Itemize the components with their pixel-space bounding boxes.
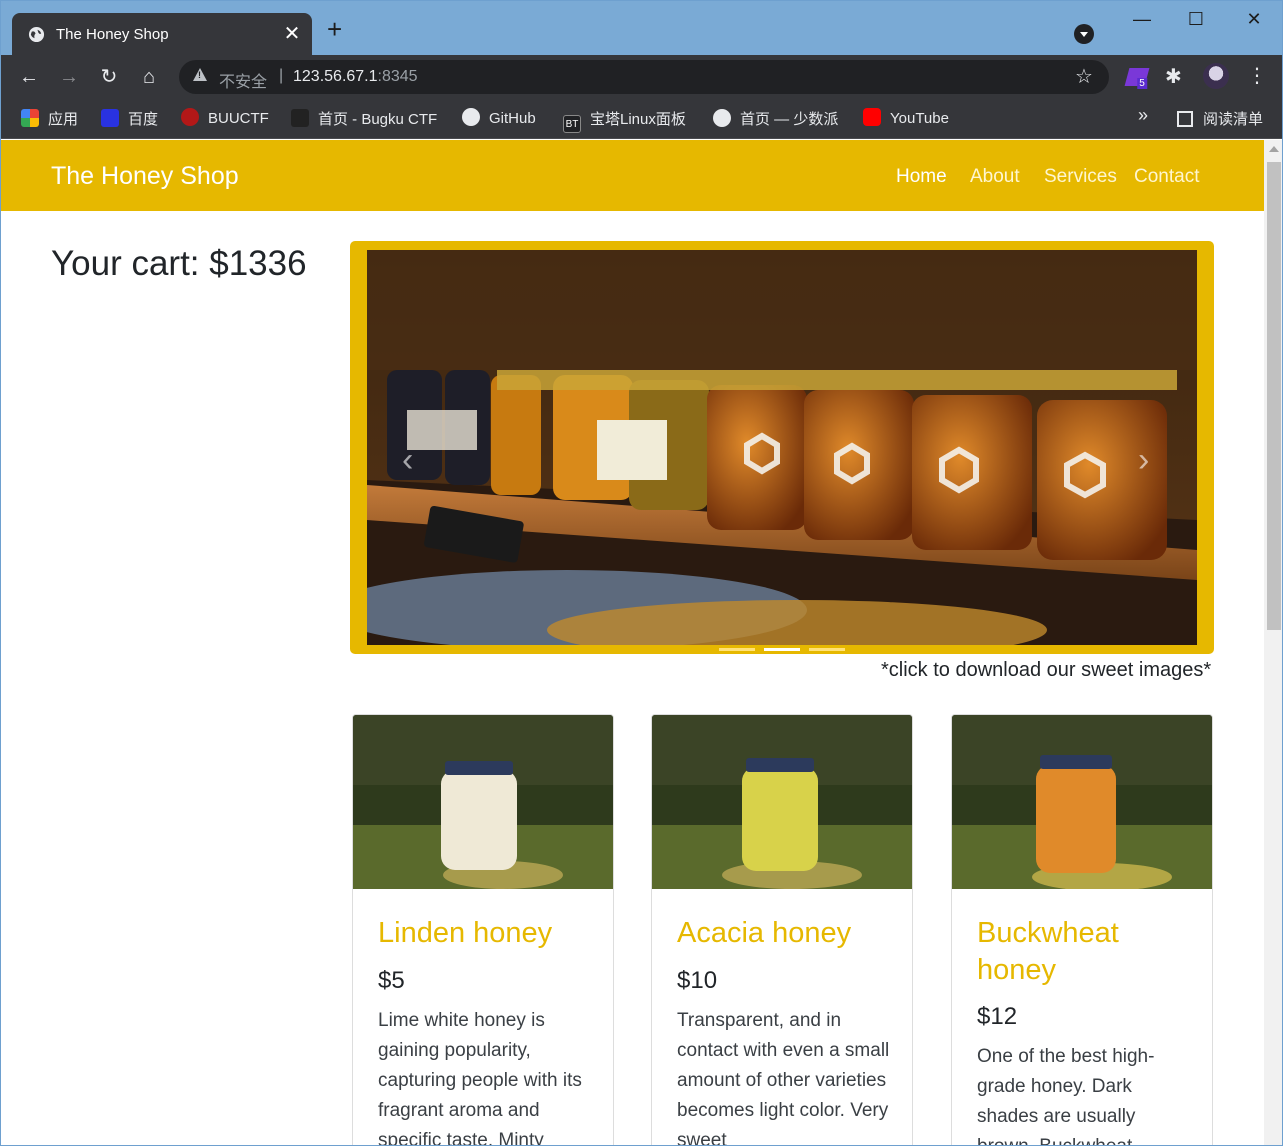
bookmark-label: BUUCTF (208, 110, 269, 127)
product-description: Lime white honey is gaining popularity, … (378, 1010, 582, 1146)
scroll-up-icon[interactable] (1269, 146, 1279, 152)
extension-badge: 5 (1137, 78, 1147, 89)
bookmark-buuctf[interactable]: BUUCTF (181, 108, 269, 127)
site-brand[interactable]: The Honey Shop (51, 162, 239, 191)
bookmark-label: GitHub (489, 110, 536, 127)
address-bar[interactable]: 不安全 | 123.56.67.1:8345 ☆ (179, 60, 1109, 94)
bookmark-label: 应用 (48, 111, 79, 128)
product-description: Transparent, and in contact with even a … (677, 1010, 890, 1146)
browser-window: The Honey Shop ✕ + — ☐ ✕ ← → ↻ ⌂ 不安全 | 1… (0, 0, 1283, 1146)
tab-search-icon[interactable] (1074, 24, 1094, 44)
url-separator: | (279, 67, 284, 84)
product-name: Acacia honey (677, 917, 852, 949)
extensions-puzzle-icon[interactable]: ✱ (1165, 64, 1182, 89)
carousel-next-icon[interactable]: › (1138, 441, 1149, 480)
bookmark-apps[interactable]: 应用 (21, 108, 78, 129)
tab-title: The Honey Shop (56, 26, 169, 43)
cart-total: Your cart: $1336 (51, 244, 307, 283)
product-description: One of the best high-grade honey. Dark s… (977, 1046, 1155, 1145)
bookmark-bt[interactable]: BT 宝塔Linux面板 (563, 108, 686, 133)
product-image[interactable] (353, 715, 613, 889)
menu-icon[interactable]: ⋮ (1247, 63, 1267, 88)
github-icon (462, 108, 480, 126)
close-tab-icon[interactable]: ✕ (282, 21, 302, 46)
page-viewport: The Honey Shop Home About Services Conta… (1, 140, 1264, 1146)
carousel-indicator[interactable] (719, 648, 755, 651)
product-price: $12 (977, 1003, 1018, 1030)
reload-icon[interactable]: ↻ (96, 64, 122, 90)
warning-icon (193, 68, 207, 81)
page-scrollbar[interactable] (1264, 140, 1282, 1145)
carousel-slide[interactable] (367, 250, 1197, 645)
bookmark-star-icon[interactable]: ☆ (1075, 64, 1093, 89)
bookmark-label: 百度 (128, 111, 159, 128)
nav-services[interactable]: Services (1044, 166, 1117, 188)
apps-icon (21, 109, 39, 127)
nav-about[interactable]: About (970, 166, 1020, 188)
image-carousel[interactable]: ‹ › (350, 241, 1214, 654)
reading-list-button[interactable]: 阅读清单 (1177, 108, 1263, 129)
product-image[interactable] (952, 715, 1212, 889)
bookmark-label: YouTube (890, 110, 949, 127)
product-image[interactable] (652, 715, 912, 889)
product-name: Linden honey (378, 917, 553, 949)
url-host: 123.56.67.1 (293, 68, 378, 85)
title-bar: The Honey Shop ✕ + — ☐ ✕ (1, 1, 1282, 55)
product-price: $10 (677, 967, 718, 994)
globe-icon (713, 109, 731, 127)
bookmark-youtube[interactable]: YouTube (863, 108, 949, 127)
product-card[interactable]: Linden honey $5 Lime white honey is gain… (352, 714, 614, 1146)
carousel-indicator[interactable] (809, 648, 845, 651)
site-navbar: The Honey Shop Home About Services Conta… (1, 140, 1264, 211)
bookmark-sspai[interactable]: 首页 — 少数派 (713, 108, 838, 129)
maximize-icon[interactable]: ☐ (1176, 9, 1216, 30)
extension-icon[interactable]: 5 (1124, 68, 1150, 89)
product-name: Buckwheat honey (977, 917, 1119, 986)
bookmark-bugku[interactable]: 首页 - Bugku CTF (291, 108, 437, 129)
buuctf-icon (181, 108, 199, 126)
bugku-icon (291, 109, 309, 127)
browser-tab[interactable]: The Honey Shop ✕ (12, 13, 312, 55)
minimize-icon[interactable]: — (1122, 9, 1162, 30)
nav-contact[interactable]: Contact (1134, 166, 1199, 188)
back-icon[interactable]: ← (16, 64, 42, 90)
profile-avatar[interactable] (1203, 63, 1229, 89)
url-text: 123.56.67.1:8345 (293, 68, 418, 86)
close-window-icon[interactable]: ✕ (1234, 9, 1274, 30)
reading-list-label: 阅读清单 (1203, 111, 1264, 128)
product-card[interactable]: Acacia honey $10 Transparent, and in con… (651, 714, 913, 1146)
bookmark-github[interactable]: GitHub (462, 108, 536, 127)
bookmarks-overflow-icon[interactable]: » (1138, 105, 1148, 126)
carousel-prev-icon[interactable]: ‹ (402, 441, 413, 480)
bt-icon: BT (563, 115, 581, 133)
url-port: :8345 (377, 68, 418, 85)
bookmark-baidu[interactable]: 百度 (101, 108, 158, 129)
nav-home[interactable]: Home (896, 166, 947, 188)
bookmark-label: 宝塔Linux面板 (590, 111, 686, 128)
baidu-icon (101, 109, 119, 127)
forward-icon[interactable]: → (56, 64, 82, 90)
product-card[interactable]: Buckwheat honey $12 One of the best high… (951, 714, 1213, 1145)
youtube-icon (863, 108, 881, 126)
globe-icon (28, 26, 45, 43)
carousel-caption: *click to download our sweet images* (881, 659, 1212, 681)
bookmark-label: 首页 - Bugku CTF (318, 111, 438, 128)
home-icon[interactable]: ⌂ (136, 64, 162, 90)
scrollbar-thumb[interactable] (1267, 162, 1281, 630)
product-price: $5 (378, 967, 405, 994)
honey-shelf-image[interactable] (367, 250, 1197, 645)
bookmarks-bar: 应用 百度 BUUCTF 首页 - Bugku CTF GitHub BT 宝塔L… (1, 99, 1282, 139)
new-tab-button[interactable]: + (327, 16, 342, 42)
reading-list-icon (1177, 111, 1193, 127)
carousel-indicator-active[interactable] (764, 648, 800, 651)
security-label: 不安全 (219, 74, 268, 91)
browser-toolbar: ← → ↻ ⌂ 不安全 | 123.56.67.1:8345 ☆ 5 ✱ ⋮ (1, 55, 1282, 99)
bookmark-label: 首页 — 少数派 (740, 111, 839, 128)
